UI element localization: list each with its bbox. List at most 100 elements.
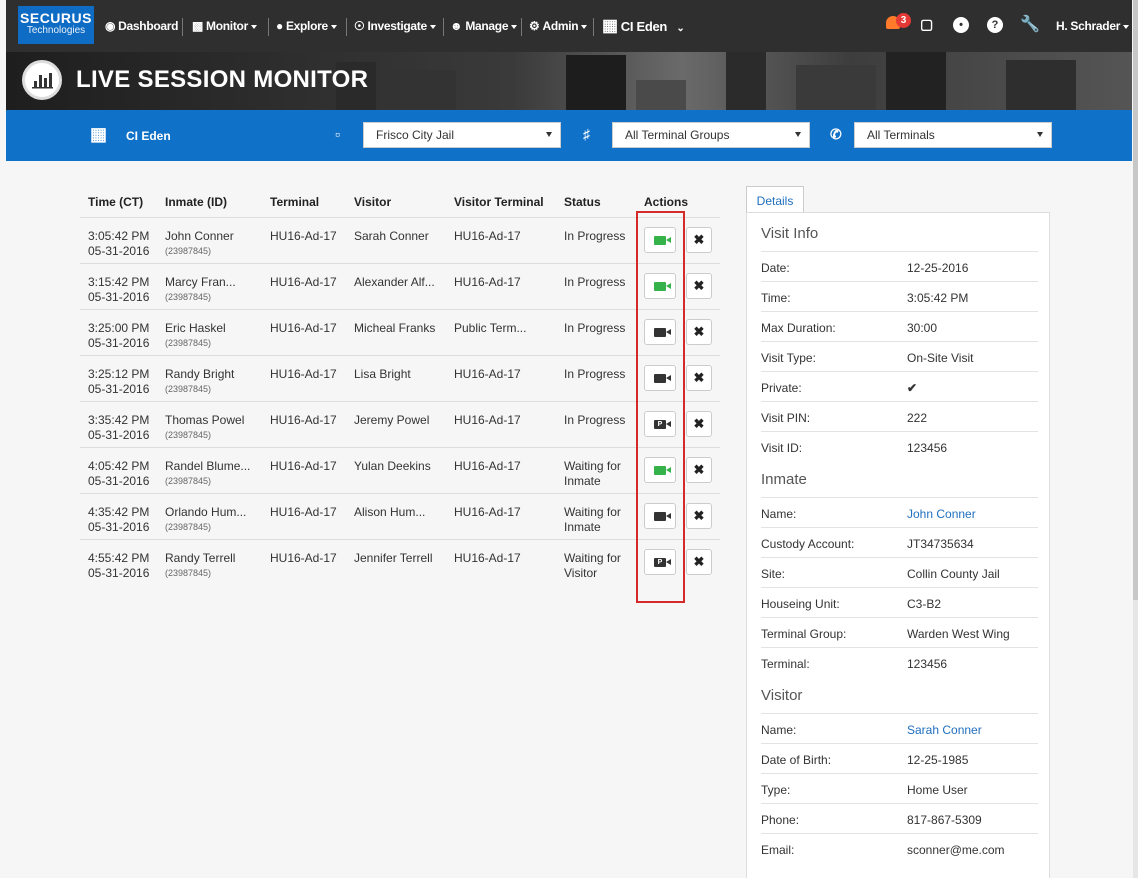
details-row: Site: Collin County Jail bbox=[761, 557, 1038, 587]
terminate-session-button[interactable]: ✖ bbox=[686, 273, 712, 299]
user-menu[interactable]: H. Schrader bbox=[1056, 19, 1130, 33]
terminal-group-select[interactable]: All Terminal Groups bbox=[612, 122, 810, 148]
notifications-bell-icon[interactable]: 3 bbox=[886, 13, 911, 32]
nav-dashboard[interactable]: ◉ Dashboard bbox=[105, 19, 178, 33]
sitemap-icon: ♯ bbox=[583, 126, 590, 142]
details-value: sconner@me.com bbox=[907, 843, 1005, 857]
terminate-session-button[interactable]: ✖ bbox=[686, 227, 712, 253]
table-row[interactable]: 3:35:42 PM 05-31-2016 Thomas Powel (2398784… bbox=[80, 401, 720, 447]
building-icon: ▦ bbox=[90, 124, 108, 144]
circle-dot-icon[interactable]: • bbox=[953, 17, 969, 33]
session-date: 05-31-2016 bbox=[88, 244, 150, 258]
filter-bar: ▦ CI Eden ▫ Frisco City Jail ♯ All Termi… bbox=[6, 110, 1132, 161]
details-row: Houseing Unit: C3-B2 bbox=[761, 587, 1038, 617]
terminate-session-button[interactable]: ✖ bbox=[686, 411, 712, 437]
details-section-title: Inmate bbox=[761, 471, 807, 488]
session-time: 4:05:42 PM 05-31-2016 bbox=[88, 459, 149, 489]
details-row: Email: sconner@me.com bbox=[761, 833, 1038, 863]
details-label: Type: bbox=[761, 783, 791, 797]
securus-logo[interactable]: SECURUS Technologies bbox=[18, 6, 94, 44]
table-row[interactable]: 3:25:12 PM 05-31-2016 Randy Bright (2398784… bbox=[80, 355, 720, 401]
terminal-cell: HU16-Ad-17 bbox=[270, 367, 337, 381]
inmate-cell: Thomas Powel (23987845) bbox=[165, 413, 244, 442]
terminate-session-button[interactable]: ✖ bbox=[686, 549, 712, 575]
scrollbar-thumb[interactable] bbox=[1133, 0, 1138, 600]
visitor-terminal-cell: HU16-Ad-17 bbox=[454, 229, 521, 243]
status-cell: In Progress bbox=[564, 275, 625, 290]
nav-facility[interactable]: ▦ CI Eden ⌄ bbox=[602, 16, 685, 36]
nav-divider bbox=[521, 18, 522, 36]
terminal-cell: HU16-Ad-17 bbox=[270, 505, 337, 519]
video-message-icon[interactable]: ▢ bbox=[920, 16, 933, 33]
session-time-value: 3:05:42 PM bbox=[88, 229, 150, 243]
status-text-detail: Inmate bbox=[564, 520, 601, 534]
nav-admin[interactable]: ⚙ Admin bbox=[529, 19, 588, 33]
inmate-cell: Randy Bright (23987845) bbox=[165, 367, 234, 396]
table-row[interactable]: 4:35:42 PM 05-31-2016 Orlando Hum... (23987… bbox=[80, 493, 720, 539]
inmate-cell: Marcy Fran... (23987845) bbox=[165, 275, 236, 304]
details-value[interactable]: John Conner bbox=[907, 507, 976, 521]
terminate-session-button[interactable]: ✖ bbox=[686, 365, 712, 391]
inmate-name: Randy Terrell bbox=[165, 551, 236, 565]
status-text: In Progress bbox=[564, 321, 626, 335]
chevron-down-icon bbox=[511, 24, 518, 29]
session-date: 05-31-2016 bbox=[88, 290, 150, 304]
terminate-session-button[interactable]: ✖ bbox=[686, 319, 712, 345]
inmate-name: Randy Bright bbox=[165, 367, 235, 381]
details-section-title: Visit Info bbox=[761, 225, 819, 242]
inmate-name: Thomas Powel bbox=[165, 413, 245, 427]
terminate-session-button[interactable]: ✖ bbox=[686, 457, 712, 483]
terminate-session-button[interactable]: ✖ bbox=[686, 503, 712, 529]
session-time-value: 4:55:42 PM bbox=[88, 551, 150, 565]
table-row[interactable]: 3:05:42 PM 05-31-2016 John Conner (23987845… bbox=[80, 217, 720, 263]
details-label: Visit PIN: bbox=[761, 411, 811, 425]
details-label: Houseing Unit: bbox=[761, 597, 840, 611]
status-text-detail: Visitor bbox=[564, 566, 598, 580]
details-row: Date of Birth: 12-25-1985 bbox=[761, 743, 1038, 773]
inmate-id: (23987845) bbox=[165, 430, 212, 440]
details-value: On-Site Visit bbox=[907, 351, 974, 365]
nav-investigate[interactable]: ☉ Investigate bbox=[354, 19, 436, 33]
details-value[interactable]: Sarah Conner bbox=[907, 723, 982, 737]
visitor-terminal-cell: HU16-Ad-17 bbox=[454, 367, 521, 381]
table-row[interactable]: 3:15:42 PM 05-31-2016 Marcy Fran... (239878… bbox=[80, 263, 720, 309]
session-time-value: 4:05:42 PM bbox=[88, 459, 150, 473]
details-value: Warden West Wing bbox=[907, 627, 1010, 641]
status-text: In Progress bbox=[564, 413, 626, 427]
nav-manage[interactable]: ☻ Manage bbox=[450, 19, 518, 33]
monitor-chart-icon bbox=[22, 60, 62, 100]
nav-monitor[interactable]: ▩ Monitor bbox=[192, 19, 257, 33]
column-header-time: Time (CT) bbox=[88, 195, 144, 209]
nav-explore[interactable]: ● Explore bbox=[276, 19, 337, 33]
facility-select[interactable]: Frisco City Jail bbox=[363, 122, 561, 148]
chevron-down-icon bbox=[330, 24, 337, 29]
page-scrollbar[interactable] bbox=[1133, 0, 1138, 878]
details-row: Date: 12-25-2016 bbox=[761, 251, 1038, 281]
chevron-down-icon: ⌄ bbox=[676, 23, 685, 34]
terminal-select[interactable]: All Terminals bbox=[854, 122, 1052, 148]
status-text: Waiting for bbox=[564, 505, 621, 519]
session-date: 05-31-2016 bbox=[88, 382, 150, 396]
inmate-cell: John Conner (23987845) bbox=[165, 229, 234, 258]
visitor-cell: Yulan Deekins bbox=[354, 459, 431, 473]
close-icon: ✖ bbox=[693, 416, 705, 431]
close-icon: ✖ bbox=[693, 554, 705, 569]
help-icon[interactable]: ? bbox=[987, 17, 1003, 33]
details-value: Collin County Jail bbox=[907, 567, 1000, 581]
table-row[interactable]: 4:05:42 PM 05-31-2016 Randel Blume... (2398… bbox=[80, 447, 720, 493]
nav-manage-label: Manage bbox=[465, 19, 509, 33]
wrench-icon[interactable]: 🔧 bbox=[1020, 14, 1040, 34]
table-row[interactable]: 3:25:00 PM 05-31-2016 Eric Haskel (23987845… bbox=[80, 309, 720, 355]
nav-monitor-label: Monitor bbox=[206, 19, 248, 33]
session-time: 4:35:42 PM 05-31-2016 bbox=[88, 505, 149, 535]
details-label: Email: bbox=[761, 843, 795, 857]
session-time-value: 3:15:42 PM bbox=[88, 275, 150, 289]
table-row[interactable]: 4:55:42 PM 05-31-2016 Randy Terrell (239878… bbox=[80, 539, 720, 585]
details-label: Terminal Group: bbox=[761, 627, 847, 641]
column-header-status: Status bbox=[564, 195, 601, 209]
inmate-id: (23987845) bbox=[165, 292, 212, 302]
tab-details[interactable]: Details bbox=[746, 186, 804, 213]
building-icon: ▦ bbox=[602, 16, 618, 35]
column-header-terminal: Terminal bbox=[270, 195, 320, 209]
status-cell: Waiting for Visitor bbox=[564, 551, 621, 581]
